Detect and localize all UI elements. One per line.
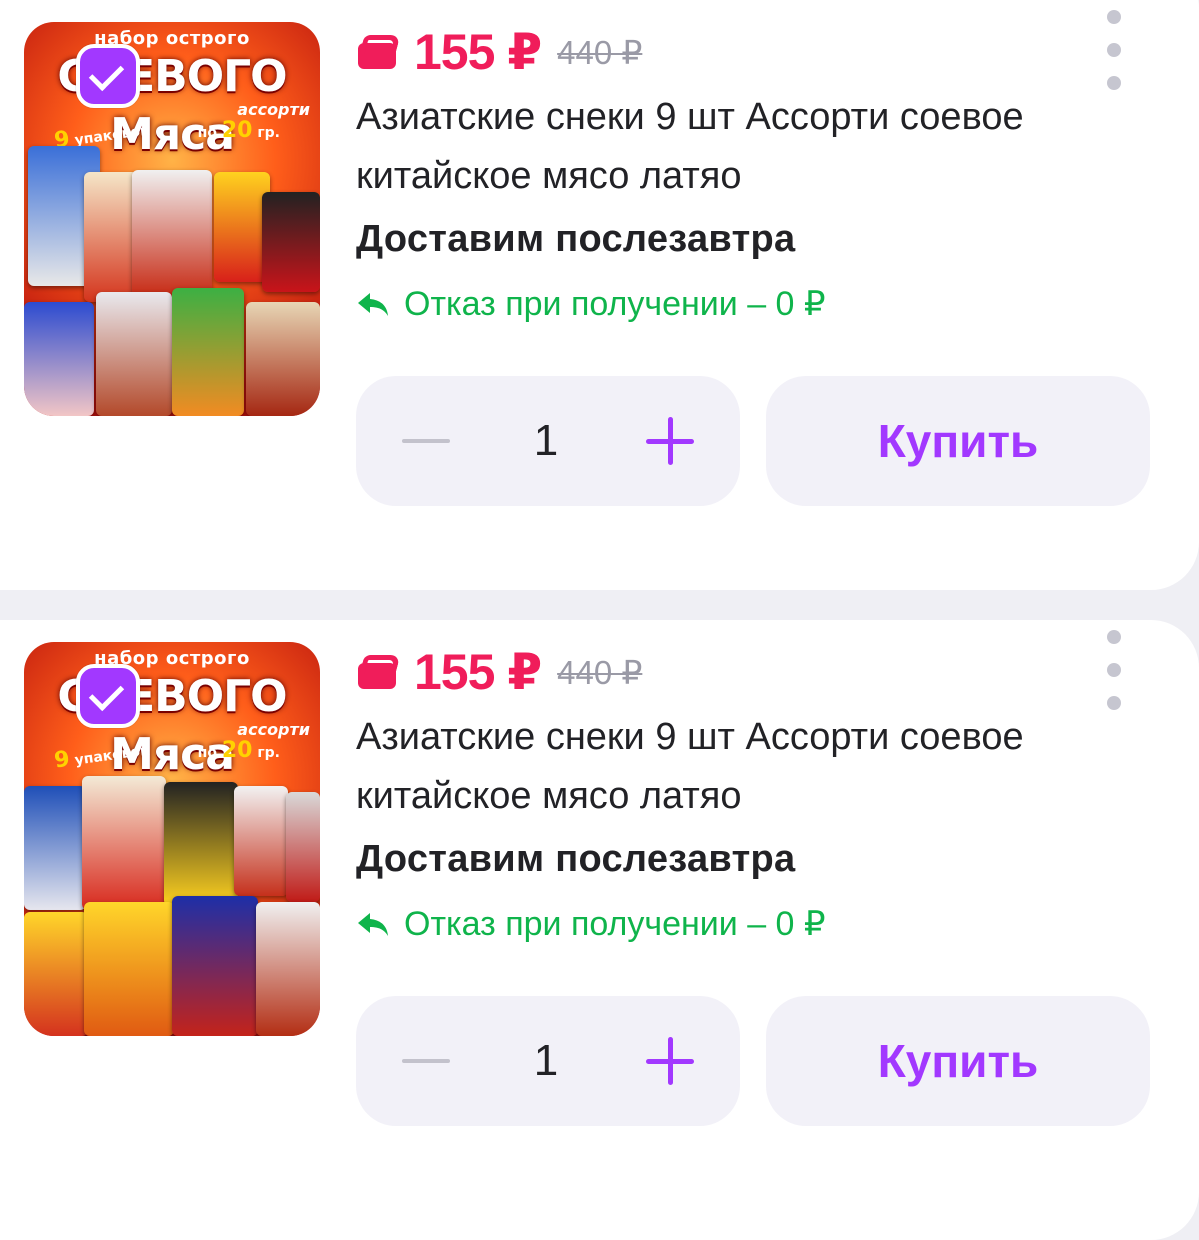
buy-button[interactable]: Купить: [766, 996, 1150, 1126]
more-vertical-icon[interactable]: [1099, 10, 1129, 90]
snack-pack: [262, 192, 320, 292]
image-weight: по 20 гр.: [198, 738, 280, 763]
snack-pack: [24, 786, 86, 910]
select-checkbox[interactable]: [76, 44, 140, 108]
image-weight-unit: гр.: [257, 125, 280, 141]
product-image[interactable]: набор острого СОЕВОГО Мяса ассорти 9 упа…: [24, 642, 320, 1036]
snack-pack: [234, 786, 288, 896]
refund-info: Отказ при получении – 0 ₽: [356, 904, 826, 944]
image-weight: по 20 гр.: [198, 118, 280, 143]
price-row: 155 ₽ 440 ₽: [358, 22, 642, 82]
return-arrow-icon: [356, 289, 390, 319]
image-weight-prefix: по: [197, 125, 217, 141]
product-title[interactable]: Азиатские снеки 9 шт Ассорти соевое кита…: [356, 708, 1056, 826]
product-title[interactable]: Азиатские снеки 9 шт Ассорти соевое кита…: [356, 88, 1056, 206]
select-checkbox[interactable]: [76, 664, 140, 728]
return-arrow-icon: [356, 909, 390, 939]
old-price: 440 ₽: [557, 653, 643, 691]
refund-label: Отказ при получении – 0 ₽: [404, 905, 826, 943]
wallet-icon: [358, 655, 400, 689]
snack-pack: [132, 170, 212, 296]
quantity-stepper: 1: [356, 376, 740, 506]
image-weight-unit: гр.: [257, 745, 280, 761]
minus-icon[interactable]: [402, 1047, 450, 1075]
snack-packs-illustration: [24, 762, 320, 1036]
snack-pack: [84, 172, 138, 302]
snack-pack: [246, 302, 320, 416]
refund-info: Отказ при получении – 0 ₽: [356, 284, 826, 324]
cart-item-card: набор острого СОЕВОГО Мяса ассорти 9 упа…: [0, 620, 1199, 1240]
snack-pack: [256, 902, 320, 1036]
snack-pack: [172, 288, 244, 416]
snack-pack: [24, 912, 88, 1036]
current-price: 155 ₽: [414, 24, 542, 80]
quantity-stepper: 1: [356, 996, 740, 1126]
delivery-info: Доставим послезавтра: [356, 838, 796, 880]
image-weight-num: 20: [221, 118, 253, 143]
old-price: 440 ₽: [557, 33, 643, 71]
snack-pack: [286, 792, 320, 902]
more-vertical-icon[interactable]: [1099, 630, 1129, 710]
snack-pack: [84, 902, 174, 1036]
image-weight-prefix: по: [197, 745, 217, 761]
image-top-line: набор острого: [94, 28, 250, 49]
current-price: 155 ₽: [414, 644, 542, 700]
snack-pack: [82, 776, 166, 910]
snack-pack: [172, 896, 258, 1036]
snack-packs-illustration: [24, 142, 320, 416]
buy-button[interactable]: Купить: [766, 376, 1150, 506]
price-row: 155 ₽ 440 ₽: [358, 642, 642, 702]
product-image[interactable]: набор острого СОЕВОГО Мяса ассорти 9 упа…: [24, 22, 320, 416]
image-sub-tag: ассорти: [237, 100, 310, 119]
delivery-info: Доставим послезавтра: [356, 218, 796, 260]
snack-pack: [164, 782, 238, 906]
image-weight-num: 20: [221, 738, 253, 763]
snack-pack: [24, 302, 94, 416]
quantity-value: 1: [533, 416, 559, 465]
refund-label: Отказ при получении – 0 ₽: [404, 285, 826, 323]
wallet-icon: [358, 35, 400, 69]
plus-icon[interactable]: [646, 417, 694, 465]
cart-item-card: набор острого СОЕВОГО Мяса ассорти 9 упа…: [0, 0, 1199, 590]
plus-icon[interactable]: [646, 1037, 694, 1085]
minus-icon[interactable]: [402, 427, 450, 455]
image-top-line: набор острого: [94, 648, 250, 669]
snack-pack: [96, 292, 172, 416]
quantity-value: 1: [533, 1036, 559, 1085]
image-sub-tag: ассорти: [237, 720, 310, 739]
